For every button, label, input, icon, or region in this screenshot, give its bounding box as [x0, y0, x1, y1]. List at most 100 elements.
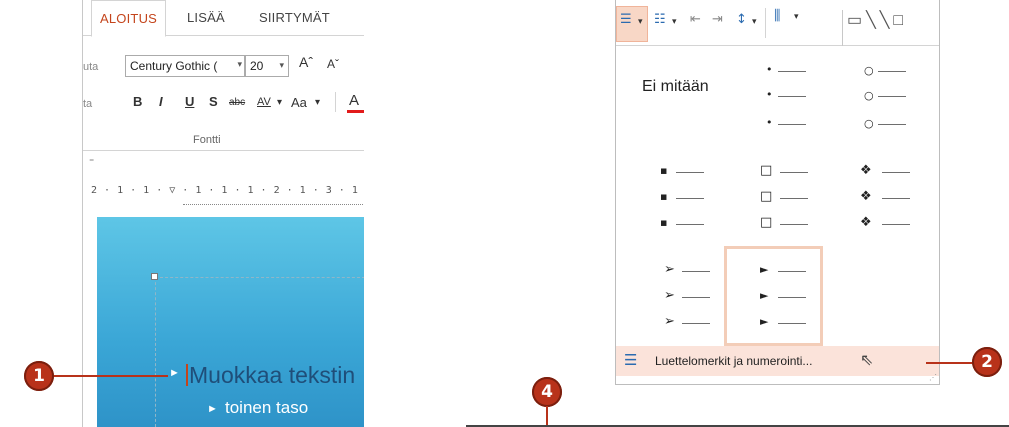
slide-text-level1[interactable]: Muokkaa tekstin — [189, 362, 355, 389]
numbering-icon[interactable]: ☷ — [654, 12, 666, 27]
callout-badge-2: 2 — [972, 347, 1002, 377]
text-direction-icon[interactable]: ⫼ — [774, 8, 780, 24]
bullets-icon: ☰ — [624, 351, 638, 369]
grow-font-icon[interactable]: Aˆ — [299, 54, 313, 70]
bullet-arrowhead-icon: ➢ — [664, 262, 675, 277]
divider — [682, 297, 710, 298]
font-size-dropdown[interactable]: 20 ▾ — [245, 55, 289, 77]
divider — [676, 172, 704, 173]
divider — [676, 224, 704, 225]
tab-home[interactable]: ALOITUS — [91, 0, 167, 37]
bullet-option-none[interactable]: Ei mitään — [642, 76, 709, 97]
divider — [878, 71, 906, 72]
bullet-square-icon: ▪ — [660, 216, 668, 229]
quick-access-icon[interactable]: ⁼ — [89, 157, 94, 168]
paragraph-toolbar: ☰ ▾ ☷ ▾ ⇤ ⇥ ↕ ▾ ⫼ ▾ ▭╲╲□ — [616, 0, 939, 46]
change-case-button[interactable]: Aa — [291, 95, 307, 110]
strikethrough-button[interactable]: abc — [229, 97, 245, 108]
divider — [778, 124, 806, 125]
bullets-and-numbering-label: Luettelomerkit ja numerointi... — [655, 354, 813, 368]
bullet-option-diamond[interactable]: ❖ ❖ ❖ — [830, 152, 926, 246]
chevron-down-icon[interactable]: ▾ — [277, 97, 282, 108]
resize-handle[interactable] — [151, 273, 158, 280]
bullet-none-label: Ei mitään — [642, 78, 709, 95]
chevron-down-icon[interactable]: ▾ — [794, 12, 799, 22]
divider — [780, 172, 808, 173]
chevron-down-icon[interactable]: ▾ — [752, 17, 757, 27]
line-spacing-icon[interactable]: ↕ — [736, 12, 747, 27]
bullets-and-numbering-menu-item[interactable]: ☰ Luettelomerkit ja numerointi... — [616, 346, 939, 376]
bullet-option-hollow-square[interactable]: □ □ □ — [724, 152, 820, 246]
shrink-font-icon[interactable]: Aˇ — [327, 57, 339, 71]
mouse-pointer-icon: ⇖ — [860, 350, 874, 369]
ribbon-tabs: ALOITUS LISÄÄ SIIRTYMÄT — [83, 0, 364, 37]
bullet-hollow-square-icon: □ — [760, 163, 773, 178]
bullet-option-filled-square[interactable]: ▪ ▪ ▪ — [616, 152, 712, 246]
divider — [682, 323, 710, 324]
bold-button[interactable]: B — [133, 94, 142, 109]
divider — [676, 198, 704, 199]
divider — [878, 124, 906, 125]
font-name-dropdown[interactable]: Century Gothic ( ▾ — [125, 55, 245, 77]
font-color-swatch — [347, 110, 364, 113]
clipboard-label-copy: ta — [83, 98, 93, 110]
shadow-button[interactable]: S — [209, 94, 218, 109]
font-color-icon[interactable]: A — [349, 92, 359, 109]
bullet-circle-icon: ○ — [864, 117, 874, 130]
callout-leader-line — [926, 362, 976, 364]
bullets-gallery-screenshot: ☰ ▾ ☷ ▾ ⇤ ⇥ ↕ ▾ ⫼ ▾ ▭╲╲□ Ei mitään • • •… — [615, 0, 940, 385]
bullet-diamond-icon: ❖ — [860, 163, 872, 178]
slide-text-level2[interactable]: toinen taso — [225, 398, 308, 418]
bullet-hollow-square-icon: □ — [760, 189, 773, 204]
bullet-option-filled-round[interactable]: • • • — [724, 58, 820, 152]
divider — [780, 224, 808, 225]
callout-leader-line — [546, 406, 548, 426]
bullet-option-arrowhead[interactable]: ➢ ➢ ➢ — [616, 252, 712, 346]
shapes-gallery[interactable]: ▭╲╲□ — [842, 10, 939, 46]
clipboard-label-cut: uta — [83, 61, 99, 73]
divider — [682, 271, 710, 272]
bullet-dot-icon: • — [766, 63, 773, 76]
bullet-arrow-icon: ► — [169, 367, 180, 379]
divider — [882, 198, 910, 199]
divider — [878, 96, 906, 97]
tab-insert[interactable]: LISÄÄ — [187, 10, 225, 25]
divider — [335, 92, 336, 112]
callout-leader-line — [50, 375, 168, 377]
font-size-value: 20 — [250, 59, 264, 73]
ruler-labels: 2 · 1 · 1 · ▽ · 1 · 1 · 1 · 2 · 1 · 3 · … — [91, 185, 364, 196]
bullet-square-icon: ▪ — [660, 190, 668, 203]
underline-button[interactable]: U — [185, 94, 194, 109]
character-spacing-button[interactable]: AV — [257, 96, 271, 108]
group-label-font: Fontti — [193, 134, 221, 146]
divider — [83, 150, 364, 151]
italic-button[interactable]: I — [159, 94, 163, 109]
divider — [882, 172, 910, 173]
divider — [778, 71, 806, 72]
bullet-arrowhead-icon: ➢ — [664, 314, 675, 329]
text-cursor — [186, 364, 188, 386]
bullet-diamond-icon: ❖ — [860, 215, 872, 230]
bullet-option-hollow-round[interactable]: ○ ○ ○ — [830, 58, 926, 152]
chevron-down-icon[interactable]: ▾ — [672, 17, 677, 27]
tab-transitions[interactable]: SIIRTYMÄT — [259, 10, 330, 25]
callout-badge-1: 1 — [24, 361, 54, 391]
font-name-value: Century Gothic ( — [130, 59, 218, 73]
divider — [882, 224, 910, 225]
resize-grip-icon[interactable]: ⋰ — [929, 373, 937, 382]
bullet-circle-icon: ○ — [864, 89, 874, 102]
increase-indent-icon[interactable]: ⇥ — [712, 12, 723, 27]
bullet-circle-icon: ○ — [864, 64, 874, 77]
bullet-arrowhead-icon: ➢ — [664, 288, 675, 303]
bullets-icon: ☰ — [620, 12, 632, 27]
chevron-down-icon: ▾ — [279, 60, 284, 70]
divider — [780, 198, 808, 199]
chevron-down-icon: ▾ — [237, 59, 242, 69]
ruler-ticks — [183, 204, 363, 210]
decrease-indent-icon[interactable]: ⇤ — [690, 12, 701, 27]
horizontal-ruler[interactable]: 2 · 1 · 1 · ▽ · 1 · 1 · 1 · 2 · 1 · 3 · … — [83, 181, 364, 205]
callout-badge-4: 4 — [532, 377, 562, 407]
divider — [765, 8, 766, 38]
chevron-down-icon[interactable]: ▾ — [638, 17, 643, 27]
chevron-down-icon[interactable]: ▾ — [315, 97, 320, 108]
